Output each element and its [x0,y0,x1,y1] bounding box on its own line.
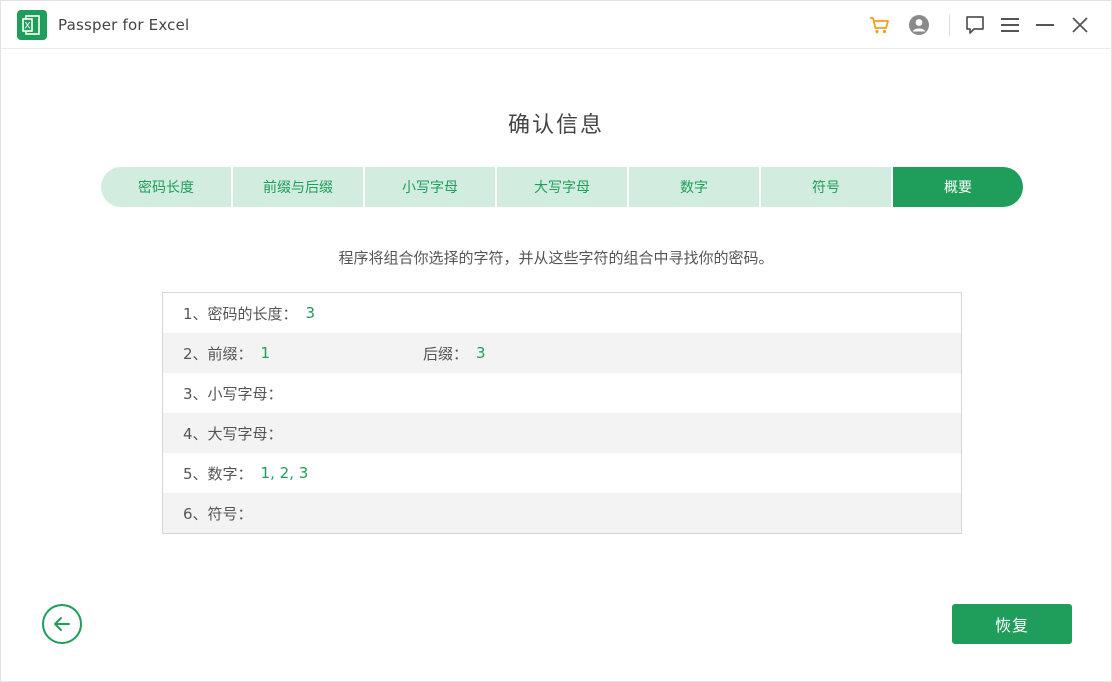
summary-row-prefix-suffix: 2、前缀： 1 后缀： 3 [163,333,961,373]
row-label: 3、小写字母： [183,384,283,403]
step-summary[interactable]: 概要 [893,167,1023,207]
arrow-left-icon [54,617,70,631]
page-description: 程序将组合你选择的字符，并从这些字符的组合中寻找你的密码。 [338,249,774,267]
feedback-icon[interactable] [963,13,987,37]
close-icon[interactable] [1068,13,1092,37]
summary-row-uppercase: 4、大写字母： [163,413,961,453]
cart-icon[interactable] [868,13,892,37]
account-icon[interactable] [907,13,931,37]
row-value-suffix: 3 [476,344,486,362]
row-label: 1、密码的长度： [183,304,298,323]
step-password-length[interactable]: 密码长度 [101,167,233,207]
app-logo-icon: X [17,10,47,40]
row-value: 3 [305,304,316,322]
menu-icon[interactable] [998,13,1022,37]
step-symbols[interactable]: 符号 [761,167,893,207]
recover-button[interactable]: 恢复 [952,604,1072,644]
titlebar-divider [949,14,950,36]
app-title: Passper for Excel [58,16,190,34]
page-title: 确认信息 [507,113,604,138]
minimize-icon[interactable] [1033,13,1057,37]
step-prefix-suffix[interactable]: 前缀与后缀 [233,167,365,207]
row-value: 1, 2, 3 [260,464,309,482]
svg-text:X: X [24,22,30,32]
step-digits[interactable]: 数字 [629,167,761,207]
row-value: 1 [260,344,271,362]
row-label-suffix: 后缀： [423,344,469,363]
summary-row-lowercase: 3、小写字母： [163,373,961,413]
summary-row-symbols: 6、符号： [163,493,961,533]
app-window: X Passper for Excel 确认信息 密码长度 前缀与后缀 小写字母… [0,0,1112,682]
row-label: 5、数字： [183,464,253,483]
title-bar: X Passper for Excel [1,1,1111,49]
row-label: 2、前缀： [183,344,253,363]
back-button[interactable] [42,604,82,644]
step-uppercase[interactable]: 大写字母 [497,167,629,207]
step-lowercase[interactable]: 小写字母 [365,167,497,207]
summary-row-length: 1、密码的长度： 3 [163,293,961,333]
row-label: 6、符号： [183,504,253,523]
summary-table: 1、密码的长度： 3 2、前缀： 1 后缀： 3 3、小写字母： 4、大写字母：… [162,292,962,534]
step-tabs: 密码长度 前缀与后缀 小写字母 大写字母 数字 符号 概要 [101,167,1023,207]
row-label: 4、大写字母： [183,424,283,443]
suffix-group: 后缀： 3 [423,343,486,364]
summary-row-digits: 5、数字： 1, 2, 3 [163,453,961,493]
